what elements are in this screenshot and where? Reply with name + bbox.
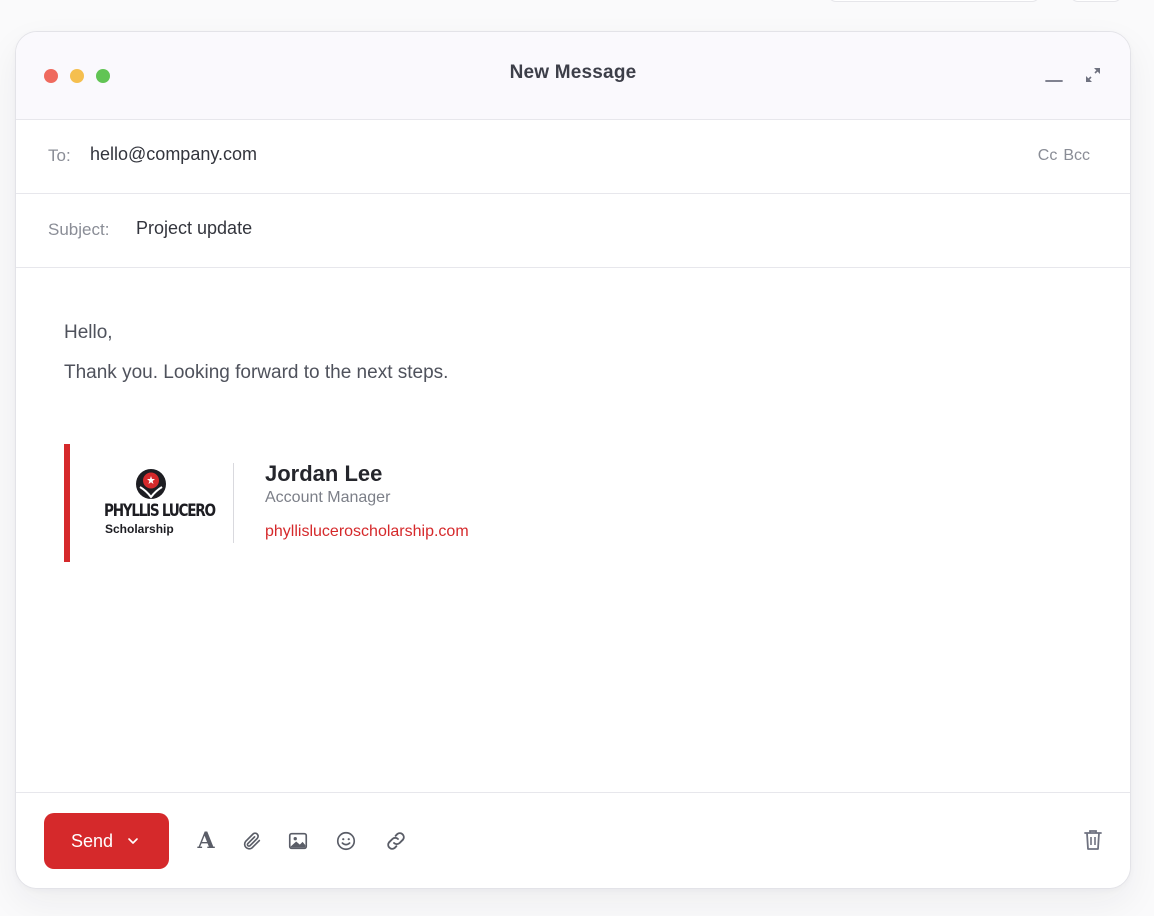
signature-name: Jordan Lee bbox=[265, 461, 383, 486]
signature-accent-bar bbox=[64, 444, 70, 562]
window-title: New Message bbox=[509, 62, 637, 83]
trash-icon[interactable] bbox=[1082, 828, 1104, 857]
logo-subtitle: Scholarship bbox=[105, 522, 174, 536]
signature-website-link[interactable]: phyllisluceroscholarship.com bbox=[265, 523, 469, 541]
image-icon[interactable] bbox=[286, 829, 310, 853]
emoji-icon[interactable] bbox=[334, 829, 358, 853]
to-row: To: Cc Bcc bbox=[16, 120, 1130, 194]
compose-toolbar: Send A bbox=[16, 792, 1130, 888]
send-label: Send bbox=[71, 830, 114, 851]
attach-icon[interactable] bbox=[240, 829, 264, 853]
cc-bcc-controls: Cc Bcc bbox=[1038, 147, 1090, 165]
send-button[interactable]: Send bbox=[44, 813, 169, 869]
background-toolbar-pill bbox=[828, 0, 1040, 2]
signature-role: Account Manager bbox=[265, 489, 391, 506]
link-icon[interactable] bbox=[384, 829, 408, 853]
scholarship-logo: PHYLLIS LUCERO Scholarship bbox=[104, 468, 216, 542]
chevron-down-icon bbox=[128, 838, 138, 844]
compose-window: New Message To: Cc Bcc Subject: Hello, T… bbox=[15, 31, 1131, 889]
subject-row: Subject: bbox=[16, 194, 1130, 268]
subject-field[interactable] bbox=[136, 218, 736, 239]
bcc-button[interactable]: Bcc bbox=[1063, 147, 1090, 165]
expand-icon[interactable] bbox=[1084, 66, 1102, 89]
subject-label: Subject: bbox=[48, 220, 110, 239]
cc-button[interactable]: Cc bbox=[1038, 147, 1058, 165]
message-body[interactable]: Hello, Thank you. Looking forward to the… bbox=[16, 268, 1130, 793]
signature-divider bbox=[233, 463, 234, 543]
format-text-icon[interactable]: A bbox=[194, 828, 218, 854]
to-field[interactable] bbox=[90, 144, 690, 165]
email-signature: PHYLLIS LUCERO Scholarship Jordan Lee Ac… bbox=[64, 444, 664, 562]
body-line: Thank you. Looking forward to the next s… bbox=[64, 362, 449, 383]
title-bar: New Message bbox=[16, 32, 1130, 120]
to-label: To: bbox=[48, 146, 71, 165]
logo-emblem-icon bbox=[136, 469, 166, 499]
background-toolbar-button bbox=[1070, 0, 1122, 2]
logo-name: PHYLLIS LUCERO bbox=[104, 501, 216, 521]
minimize-icon[interactable] bbox=[1045, 66, 1063, 89]
body-line: Hello, bbox=[64, 322, 113, 343]
